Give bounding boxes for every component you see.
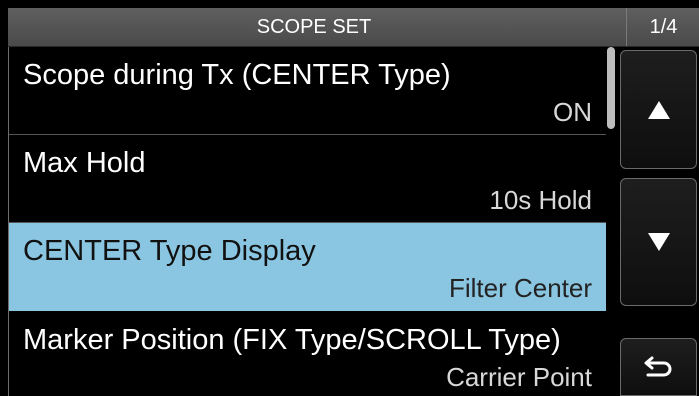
menu-item-value: ON [553, 97, 592, 127]
scrollbar-thumb[interactable] [607, 47, 615, 129]
menu-item-marker-position[interactable]: Marker Position (FIX Type/SCROLL Type) C… [9, 312, 606, 396]
menu-item-label: Scope during Tx (CENTER Type) [23, 59, 451, 91]
scroll-down-button[interactable] [620, 178, 697, 306]
menu-title: SCOPE SET [256, 16, 372, 38]
menu-item-center-type-display[interactable]: CENTER Type Display Filter Center [9, 223, 606, 311]
menu-item-label: CENTER Type Display [23, 235, 316, 267]
back-button[interactable] [620, 338, 697, 396]
menu-item-label: Marker Position (FIX Type/SCROLL Type) [23, 324, 561, 356]
title-bar: SCOPE SET 1/4 [8, 8, 699, 47]
scope-set-screen: SCOPE SET 1/4 Scope during Tx (CENTER Ty… [0, 0, 699, 396]
page-indicator: 1/4 [649, 16, 678, 38]
menu-item-label: Max Hold [23, 147, 146, 179]
triangle-down-icon [647, 233, 670, 251]
title-separator [626, 8, 627, 46]
menu-item-value: 10s Hold [489, 185, 592, 215]
menu-list: Scope during Tx (CENTER Type) ON Max Hol… [9, 47, 606, 396]
menu-item-max-hold[interactable]: Max Hold 10s Hold [9, 135, 606, 223]
menu-item-value: Filter Center [448, 273, 592, 303]
scroll-up-button[interactable] [620, 50, 697, 169]
menu-item-value: Carrier Point [446, 362, 592, 392]
return-arrow-icon [644, 356, 671, 377]
scrollbar-track[interactable] [606, 47, 616, 396]
menu-item-scope-during-tx[interactable]: Scope during Tx (CENTER Type) ON [9, 47, 606, 135]
triangle-up-icon [647, 100, 670, 119]
